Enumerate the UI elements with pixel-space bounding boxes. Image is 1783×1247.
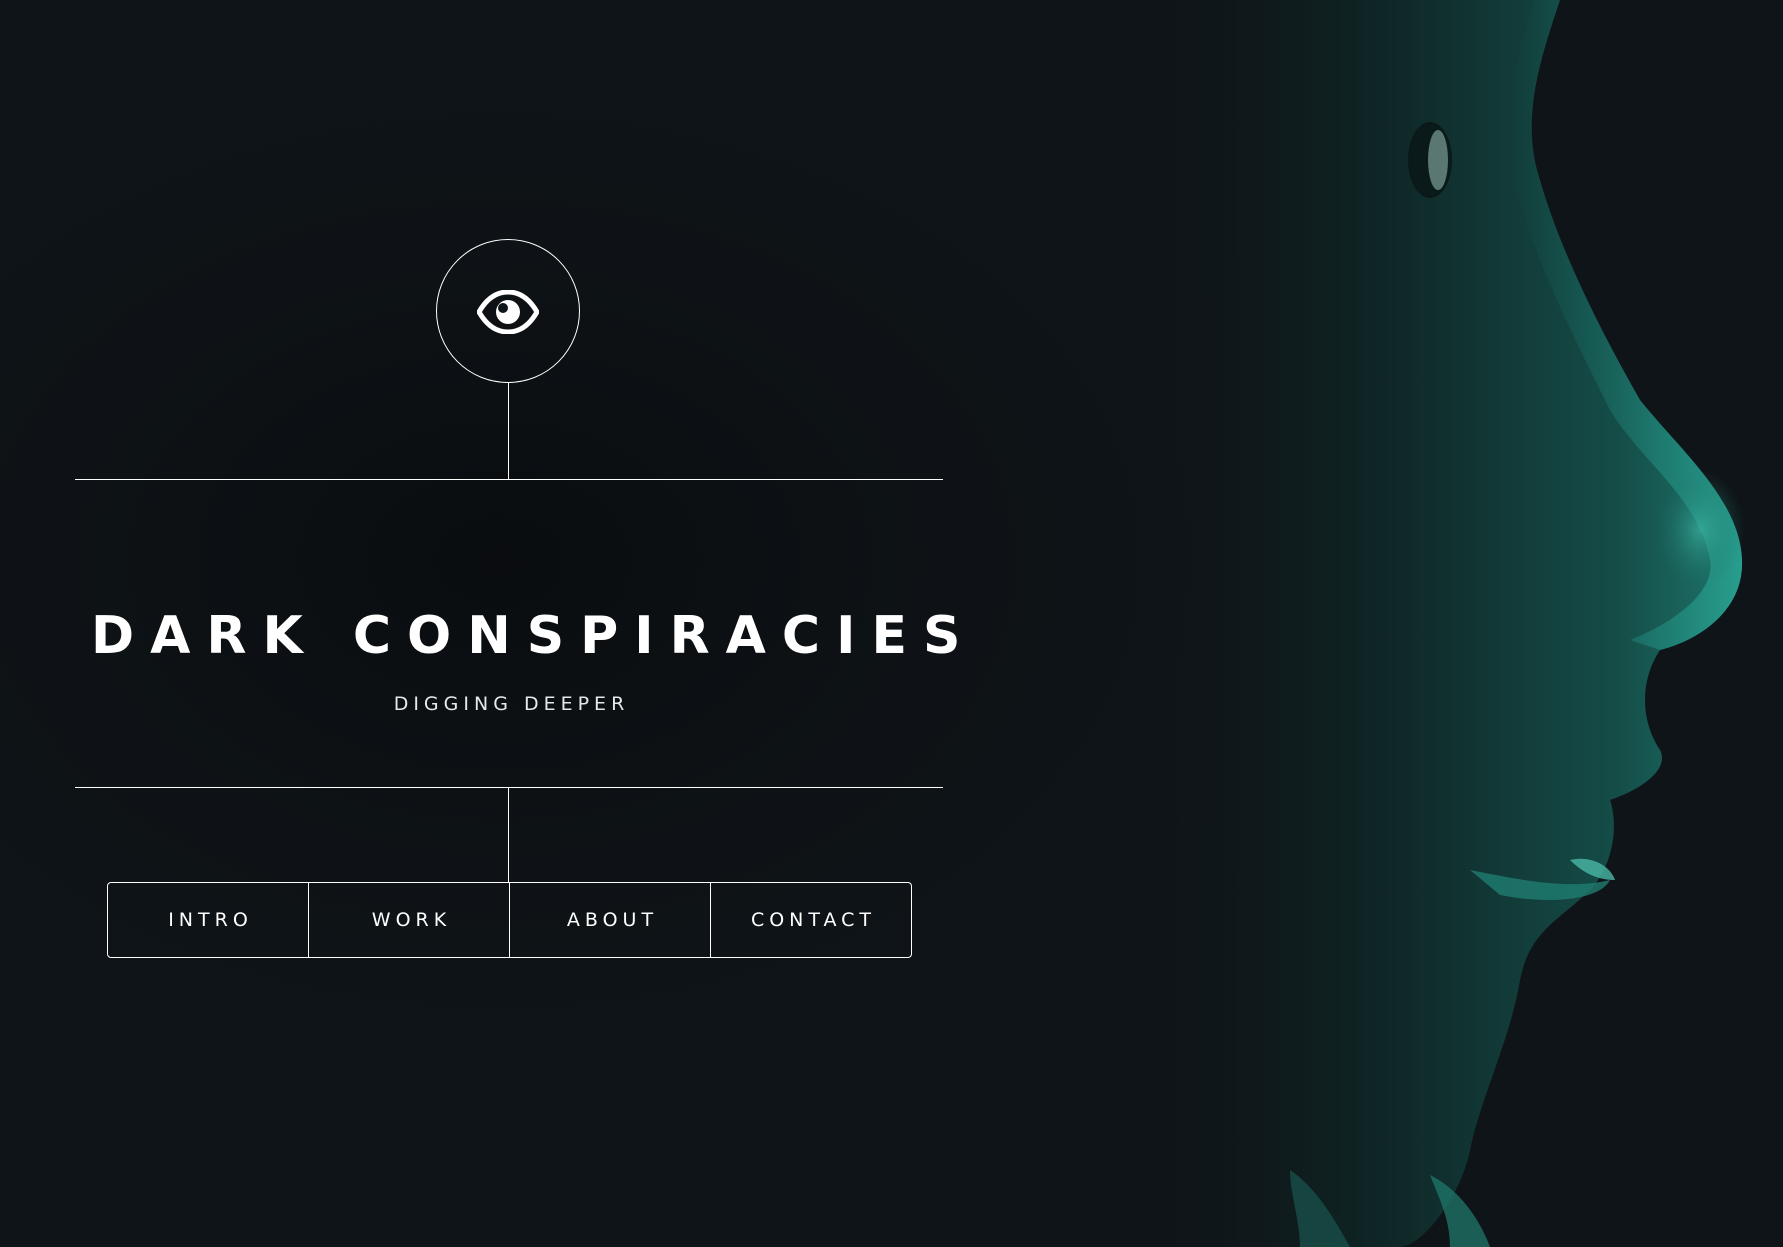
nav-item-contact[interactable]: CONTACT xyxy=(711,883,911,957)
site-header: DARK CONSPIRACIES DIGGING DEEPER INTRO W… xyxy=(75,0,977,1247)
connector-line-top xyxy=(508,383,509,479)
logo-circle xyxy=(436,239,580,383)
divider-bottom xyxy=(75,787,943,788)
site-subtitle: DIGGING DEEPER xyxy=(393,693,630,715)
eye-icon xyxy=(477,290,539,334)
connector-line-bottom xyxy=(508,788,509,882)
nav-item-intro[interactable]: INTRO xyxy=(108,883,309,957)
divider-top xyxy=(75,479,943,480)
nav-item-about[interactable]: ABOUT xyxy=(510,883,711,957)
site-title: DARK CONSPIRACIES xyxy=(91,605,977,666)
main-nav: INTRO WORK ABOUT CONTACT xyxy=(107,882,912,958)
nav-item-work[interactable]: WORK xyxy=(309,883,510,957)
